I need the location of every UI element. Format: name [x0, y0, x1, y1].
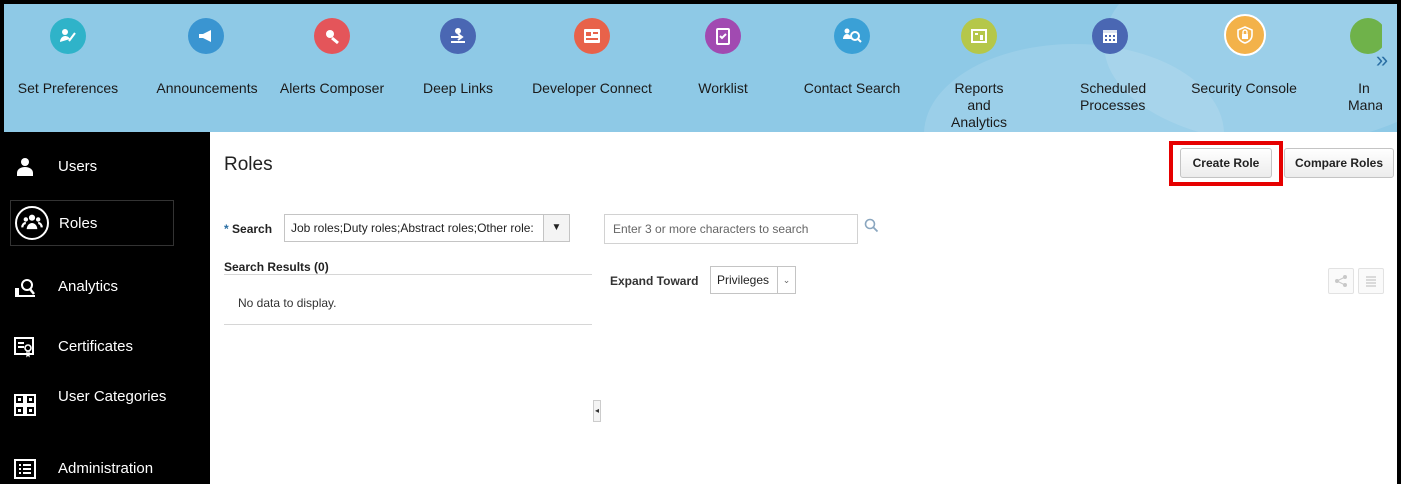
- no-data-message: No data to display.: [238, 296, 337, 310]
- certificate-icon: [14, 337, 34, 358]
- springboard-item-label: Reports and Analytics: [950, 80, 1008, 130]
- springboard-item-label: Contact Search: [803, 80, 901, 96]
- left-nav: Users Roles Analytics Certificates User …: [4, 132, 210, 484]
- grid-icon: [14, 394, 36, 416]
- user-icon: [17, 158, 33, 176]
- springboard-item-label: Deep Links: [422, 80, 494, 96]
- springboard: Set Preferences Announcements Alerts Com…: [4, 4, 1397, 132]
- panel-collapse-handle[interactable]: ◂: [593, 400, 601, 422]
- springboard-item-label: Set Preferences: [17, 80, 119, 96]
- springboard-item-label: Security Console: [1191, 80, 1297, 96]
- search-scope-select[interactable]: Job roles;Duty roles;Abstract roles;Othe…: [284, 214, 570, 242]
- alerts-composer-icon: [314, 18, 350, 54]
- springboard-item-label: Developer Connect: [532, 80, 652, 96]
- springboard-item-worklist[interactable]: Worklist: [678, 4, 768, 132]
- analytics-icon: [15, 279, 35, 297]
- chevron-down-icon[interactable]: ⌄: [777, 267, 795, 293]
- calendar-icon: [1092, 18, 1128, 54]
- nav-item-administration[interactable]: Administration: [4, 446, 210, 484]
- springboard-item-label: Worklist: [698, 80, 748, 96]
- nav-item-user-categories[interactable]: User Categories: [4, 382, 210, 436]
- divider: [224, 324, 592, 325]
- search-label: * Search: [224, 222, 272, 236]
- megaphone-icon: [188, 18, 224, 54]
- springboard-item-alerts-composer[interactable]: Alerts Composer: [272, 4, 392, 132]
- dropdown-arrow-icon[interactable]: ▼: [543, 215, 569, 241]
- worklist-icon: [705, 18, 741, 54]
- list-view-icon: [1366, 276, 1376, 287]
- preferences-icon: [50, 18, 86, 54]
- roles-icon: [15, 206, 49, 240]
- springboard-next-button[interactable]: »: [1371, 40, 1393, 80]
- springboard-item-label: Alerts Composer: [279, 80, 385, 96]
- search-results-header: Search Results (0): [224, 260, 329, 274]
- search-input[interactable]: Enter 3 or more characters to search: [604, 214, 858, 244]
- expand-toward-label: Expand Toward: [610, 274, 699, 288]
- nav-item-label: Roles: [59, 215, 98, 232]
- compare-roles-button[interactable]: Compare Roles: [1284, 148, 1394, 178]
- springboard-item-announcements[interactable]: Announcements: [144, 4, 270, 132]
- search-icon[interactable]: [864, 218, 880, 234]
- springboard-item-deep-links[interactable]: Deep Links: [410, 4, 506, 132]
- reports-icon: [961, 18, 997, 54]
- springboard-item-reports-and-analytics[interactable]: Reports and Analytics: [928, 4, 1030, 132]
- search-scope-value: Job roles;Duty roles;Abstract roles;Othe…: [291, 221, 534, 235]
- springboard-item-developer-connect[interactable]: Developer Connect: [524, 4, 660, 132]
- list-icon: [14, 459, 36, 479]
- nav-item-label: User Categories: [58, 388, 167, 405]
- springboard-item-set-preferences[interactable]: Set Preferences: [4, 4, 132, 132]
- shield-icon: [1224, 14, 1266, 56]
- list-view-button[interactable]: [1358, 268, 1384, 294]
- nav-item-label: Analytics: [58, 278, 119, 295]
- nav-item-analytics[interactable]: Analytics: [4, 264, 210, 310]
- search-label-text: Search: [232, 222, 273, 236]
- nav-item-users[interactable]: Users: [4, 144, 210, 190]
- main-content: Roles Create Role Compare Roles * Search…: [210, 132, 1397, 484]
- springboard-item-label: Scheduled Processes: [1080, 80, 1147, 113]
- app-frame: Set Preferences Announcements Alerts Com…: [4, 4, 1397, 484]
- nav-item-label: Certificates: [58, 338, 134, 355]
- springboard-item-label: Announcements: [156, 80, 258, 96]
- nav-item-roles[interactable]: Roles: [10, 200, 174, 246]
- developer-connect-icon: [574, 18, 610, 54]
- springboard-item-contact-search[interactable]: Contact Search: [790, 4, 914, 132]
- springboard-item-security-console[interactable]: Security Console: [1178, 4, 1310, 132]
- highlight-box: [1169, 141, 1283, 186]
- share-icon: [1335, 275, 1347, 287]
- divider: [224, 274, 592, 275]
- expand-toward-value: Privileges: [717, 273, 770, 287]
- nav-item-certificates[interactable]: Certificates: [4, 324, 210, 370]
- page-title: Roles: [224, 154, 273, 175]
- share-button[interactable]: [1328, 268, 1354, 294]
- expand-toward-select[interactable]: Privileges ⌄: [710, 266, 796, 294]
- nav-item-label: Users: [58, 158, 98, 175]
- contact-search-icon: [834, 18, 870, 54]
- deep-links-icon: [440, 18, 476, 54]
- springboard-item-scheduled-processes[interactable]: Scheduled Processes: [1062, 4, 1158, 132]
- springboard-item-label: In Mana: [1348, 80, 1382, 113]
- nav-item-label: Administration: [58, 460, 154, 477]
- required-mark: *: [224, 222, 229, 236]
